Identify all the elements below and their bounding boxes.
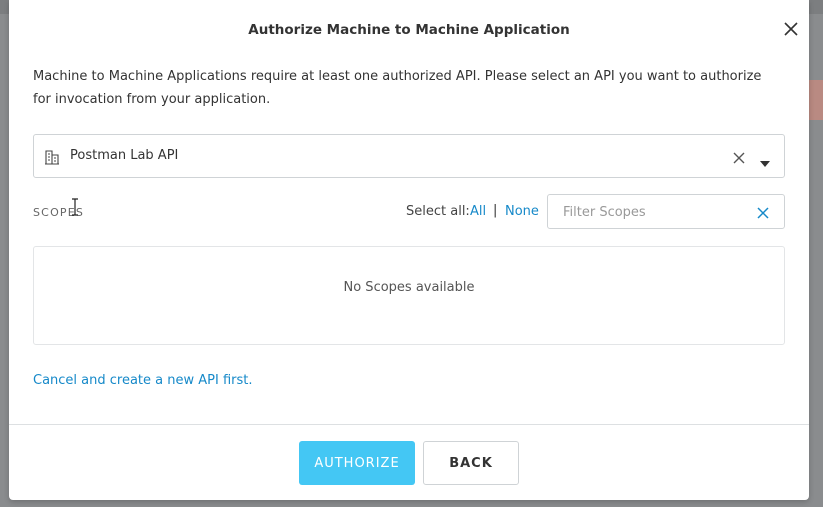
no-scopes-message: No Scopes available <box>343 280 475 295</box>
modal-title: Authorize Machine to Machine Application <box>248 22 570 38</box>
select-separator: | <box>493 203 498 218</box>
modal-description: Machine to Machine Applications require … <box>33 69 762 107</box>
text-cursor-icon <box>70 197 80 217</box>
select-all-label: Select all: <box>406 204 470 219</box>
cancel-create-api-link[interactable]: Cancel and create a new API first. <box>33 373 253 388</box>
filter-scopes-box <box>547 194 785 229</box>
chevron-down-icon[interactable] <box>759 153 771 167</box>
select-none-scopes-link[interactable]: None <box>505 204 539 219</box>
clear-filter-icon[interactable] <box>756 205 770 219</box>
scopes-list-panel: No Scopes available <box>33 246 785 345</box>
back-button[interactable]: BACK <box>423 441 519 485</box>
building-icon <box>44 149 60 165</box>
api-select-dropdown[interactable]: Postman Lab API <box>33 134 785 178</box>
backdrop-accent <box>809 80 823 120</box>
close-icon[interactable] <box>781 19 801 39</box>
select-all-scopes-link[interactable]: All <box>470 204 486 219</box>
api-select-value: Postman Lab API <box>70 148 179 163</box>
authorize-button[interactable]: AUTHORIZE <box>299 441 415 485</box>
clear-selection-icon[interactable] <box>732 150 746 164</box>
filter-scopes-input[interactable] <box>563 203 743 221</box>
authorize-m2m-modal: Authorize Machine to Machine Application… <box>9 0 809 500</box>
footer-divider <box>9 424 809 425</box>
